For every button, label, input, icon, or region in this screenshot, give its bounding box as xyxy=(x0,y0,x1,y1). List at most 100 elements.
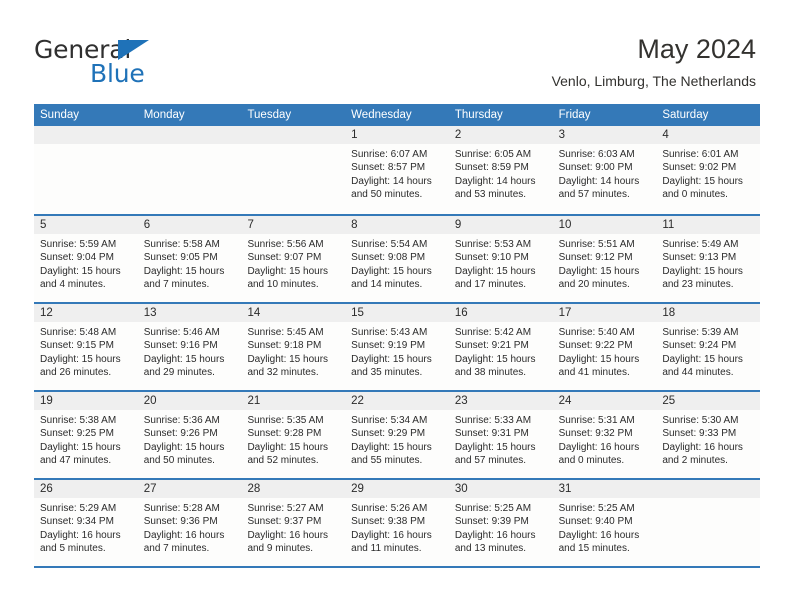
daylight-text: Daylight: 16 hours and 2 minutes. xyxy=(662,441,743,467)
sunrise-text: Sunrise: 5:36 AM xyxy=(143,415,220,426)
sunset-text: Sunset: 9:13 PM xyxy=(662,252,737,264)
sunset-text: Sunset: 9:07 PM xyxy=(247,252,322,264)
calendar-page: General Blue May 2024 Venlo, Limburg, Th… xyxy=(0,0,792,612)
day-cell[interactable]: 10 Sunrise: 5:51 AM Sunset: 9:12 PM Dayligh… xyxy=(552,216,657,302)
day-cell[interactable]: 27 Sunrise: 5:28 AM Sunset: 9:36 PM Dayligh… xyxy=(137,480,242,566)
week-row: 1 Sunrise: 6:07 AM Sunset: 8:57 PM Daylight… xyxy=(34,126,761,214)
daylight-text: Daylight: 15 hours and 50 minutes. xyxy=(143,441,225,467)
day-sun-info: Sunrise: 5:36 AM Sunset: 9:26 PM Daylight:… xyxy=(138,410,242,468)
sunset-text: Sunset: 8:59 PM xyxy=(454,162,529,174)
day-cell[interactable]: 19 Sunrise: 5:38 AM Sunset: 9:25 PM Dayligh… xyxy=(34,392,138,478)
day-sun-info: Sunrise: 5:30 AM Sunset: 9:33 PM Daylight:… xyxy=(656,410,760,468)
day-cell[interactable]: 16 Sunrise: 5:42 AM Sunset: 9:21 PM Dayligh… xyxy=(448,304,553,390)
daylight-text: Daylight: 15 hours and 4 minutes. xyxy=(40,265,121,291)
day-cell[interactable]: 14 Sunrise: 5:45 AM Sunset: 9:18 PM Dayligh… xyxy=(241,304,346,390)
sunset-text: Sunset: 9:33 PM xyxy=(662,428,737,440)
sunrise-text: Sunrise: 5:53 AM xyxy=(454,239,532,250)
day-cell[interactable]: 2 Sunrise: 6:05 AM Sunset: 8:59 PM Daylight… xyxy=(448,126,553,214)
sunset-text: Sunset: 9:31 PM xyxy=(454,428,529,440)
sunset-text: Sunset: 9:00 PM xyxy=(558,162,633,174)
day-cell[interactable]: 25 Sunrise: 5:30 AM Sunset: 9:33 PM Dayligh… xyxy=(656,392,761,478)
day-sun-info: Sunrise: 5:49 AM Sunset: 9:13 PM Daylight:… xyxy=(656,234,760,292)
sunrise-text: Sunrise: 5:26 AM xyxy=(351,503,428,514)
sunset-text: Sunset: 9:10 PM xyxy=(454,252,529,264)
day-number: 9 xyxy=(448,216,553,234)
daylight-text: Daylight: 14 hours and 50 minutes. xyxy=(351,175,432,201)
page-subtitle: Venlo, Limburg, The Netherlands xyxy=(551,73,756,89)
day-cell[interactable]: 26 Sunrise: 5:29 AM Sunset: 9:34 PM Dayligh… xyxy=(34,480,138,566)
day-cell[interactable]: 11 Sunrise: 5:49 AM Sunset: 9:13 PM Dayligh… xyxy=(656,216,761,302)
day-cell[interactable]: 13 Sunrise: 5:46 AM Sunset: 9:16 PM Dayligh… xyxy=(137,304,242,390)
day-cell[interactable]: 5 Sunrise: 5:59 AM Sunset: 9:04 PM Daylight… xyxy=(34,216,138,302)
day-number xyxy=(137,126,242,144)
week-row: 26 Sunrise: 5:29 AM Sunset: 9:34 PM Dayligh… xyxy=(34,478,761,566)
daylight-text: Daylight: 16 hours and 7 minutes. xyxy=(143,529,225,555)
sunset-text: Sunset: 9:19 PM xyxy=(351,340,426,352)
daylight-text: Daylight: 15 hours and 47 minutes. xyxy=(40,441,121,467)
day-sun-info: Sunrise: 5:40 AM Sunset: 9:22 PM Daylight:… xyxy=(553,322,657,380)
day-cell[interactable]: 17 Sunrise: 5:40 AM Sunset: 9:22 PM Dayligh… xyxy=(552,304,657,390)
sunrise-text: Sunrise: 5:43 AM xyxy=(351,327,428,338)
day-cell[interactable]: 18 Sunrise: 5:39 AM Sunset: 9:24 PM Dayligh… xyxy=(656,304,761,390)
day-cell[interactable]: 29 Sunrise: 5:26 AM Sunset: 9:38 PM Dayligh… xyxy=(345,480,449,566)
day-cell[interactable]: 4 Sunrise: 6:01 AM Sunset: 9:02 PM Daylight… xyxy=(656,126,761,214)
day-cell[interactable]: 8 Sunrise: 5:54 AM Sunset: 9:08 PM Daylight… xyxy=(345,216,449,302)
day-number: 29 xyxy=(345,480,449,498)
sunset-text: Sunset: 9:24 PM xyxy=(662,340,737,352)
day-sun-info: Sunrise: 5:43 AM Sunset: 9:19 PM Daylight:… xyxy=(345,322,449,380)
day-cell[interactable]: 21 Sunrise: 5:35 AM Sunset: 9:28 PM Dayligh… xyxy=(241,392,346,478)
day-number: 3 xyxy=(552,126,657,144)
daylight-text: Daylight: 15 hours and 17 minutes. xyxy=(454,265,536,291)
day-number: 31 xyxy=(552,480,657,498)
sunrise-text: Sunrise: 5:28 AM xyxy=(143,503,220,514)
sunset-text: Sunset: 9:34 PM xyxy=(40,516,114,528)
day-cell[interactable]: 31 Sunrise: 5:25 AM Sunset: 9:40 PM Dayligh… xyxy=(552,480,657,566)
day-number: 22 xyxy=(345,392,449,410)
day-cell[interactable]: 20 Sunrise: 5:36 AM Sunset: 9:26 PM Dayligh… xyxy=(137,392,242,478)
day-sun-info: Sunrise: 5:39 AM Sunset: 9:24 PM Daylight:… xyxy=(656,322,760,380)
day-number: 10 xyxy=(552,216,657,234)
day-cell-empty xyxy=(137,126,242,214)
week-row: 12 Sunrise: 5:48 AM Sunset: 9:15 PM Dayligh… xyxy=(34,302,761,390)
day-cell[interactable]: 22 Sunrise: 5:34 AM Sunset: 9:29 PM Dayligh… xyxy=(345,392,449,478)
daylight-text: Daylight: 15 hours and 23 minutes. xyxy=(662,265,743,291)
day-cell-empty xyxy=(34,126,138,214)
day-cell[interactable]: 30 Sunrise: 5:25 AM Sunset: 9:39 PM Dayligh… xyxy=(448,480,553,566)
weekday-header-wednesday: Wednesday xyxy=(351,109,412,121)
daylight-text: Daylight: 16 hours and 11 minutes. xyxy=(351,529,432,555)
week-row: 5 Sunrise: 5:59 AM Sunset: 9:04 PM Daylight… xyxy=(34,214,761,302)
day-cell[interactable]: 28 Sunrise: 5:27 AM Sunset: 9:37 PM Dayligh… xyxy=(241,480,346,566)
general-blue-logo[interactable]: General Blue xyxy=(34,36,224,88)
day-sun-info: Sunrise: 6:05 AM Sunset: 8:59 PM Daylight:… xyxy=(449,144,553,202)
day-cell[interactable]: 3 Sunrise: 6:03 AM Sunset: 9:00 PM Daylight… xyxy=(552,126,657,214)
weeks-container: 1 Sunrise: 6:07 AM Sunset: 8:57 PM Daylight… xyxy=(34,126,761,566)
day-sun-info: Sunrise: 5:48 AM Sunset: 9:15 PM Daylight:… xyxy=(34,322,138,380)
day-cell[interactable]: 24 Sunrise: 5:31 AM Sunset: 9:32 PM Dayligh… xyxy=(552,392,657,478)
day-sun-info: Sunrise: 5:25 AM Sunset: 9:39 PM Daylight:… xyxy=(449,498,553,556)
day-cell[interactable]: 9 Sunrise: 5:53 AM Sunset: 9:10 PM Daylight… xyxy=(448,216,553,302)
sunrise-text: Sunrise: 5:49 AM xyxy=(662,239,739,250)
day-cell-empty xyxy=(656,480,761,566)
sunrise-text: Sunrise: 5:40 AM xyxy=(558,327,635,338)
day-number: 4 xyxy=(656,126,761,144)
day-cell[interactable]: 6 Sunrise: 5:58 AM Sunset: 9:05 PM Daylight… xyxy=(137,216,242,302)
sunrise-text: Sunrise: 5:34 AM xyxy=(351,415,428,426)
sunset-text: Sunset: 9:40 PM xyxy=(558,516,633,528)
day-cell[interactable]: 7 Sunrise: 5:56 AM Sunset: 9:07 PM Daylight… xyxy=(241,216,346,302)
day-number: 1 xyxy=(345,126,449,144)
day-cell-empty xyxy=(241,126,346,214)
day-cell[interactable]: 12 Sunrise: 5:48 AM Sunset: 9:15 PM Dayligh… xyxy=(34,304,138,390)
day-number: 30 xyxy=(448,480,553,498)
day-cell[interactable]: 1 Sunrise: 6:07 AM Sunset: 8:57 PM Daylight… xyxy=(345,126,449,214)
sunrise-text: Sunrise: 5:39 AM xyxy=(662,327,739,338)
weekday-header-tuesday: Tuesday xyxy=(247,109,292,121)
sunrise-text: Sunrise: 5:31 AM xyxy=(558,415,635,426)
daylight-text: Daylight: 16 hours and 9 minutes. xyxy=(247,529,329,555)
day-cell[interactable]: 23 Sunrise: 5:33 AM Sunset: 9:31 PM Dayligh… xyxy=(448,392,553,478)
daylight-text: Daylight: 15 hours and 20 minutes. xyxy=(558,265,640,291)
day-number: 17 xyxy=(552,304,657,322)
logo-text-blue: Blue xyxy=(90,59,145,88)
sunset-text: Sunset: 9:12 PM xyxy=(558,252,633,264)
day-number: 24 xyxy=(552,392,657,410)
day-cell[interactable]: 15 Sunrise: 5:43 AM Sunset: 9:19 PM Dayligh… xyxy=(345,304,449,390)
